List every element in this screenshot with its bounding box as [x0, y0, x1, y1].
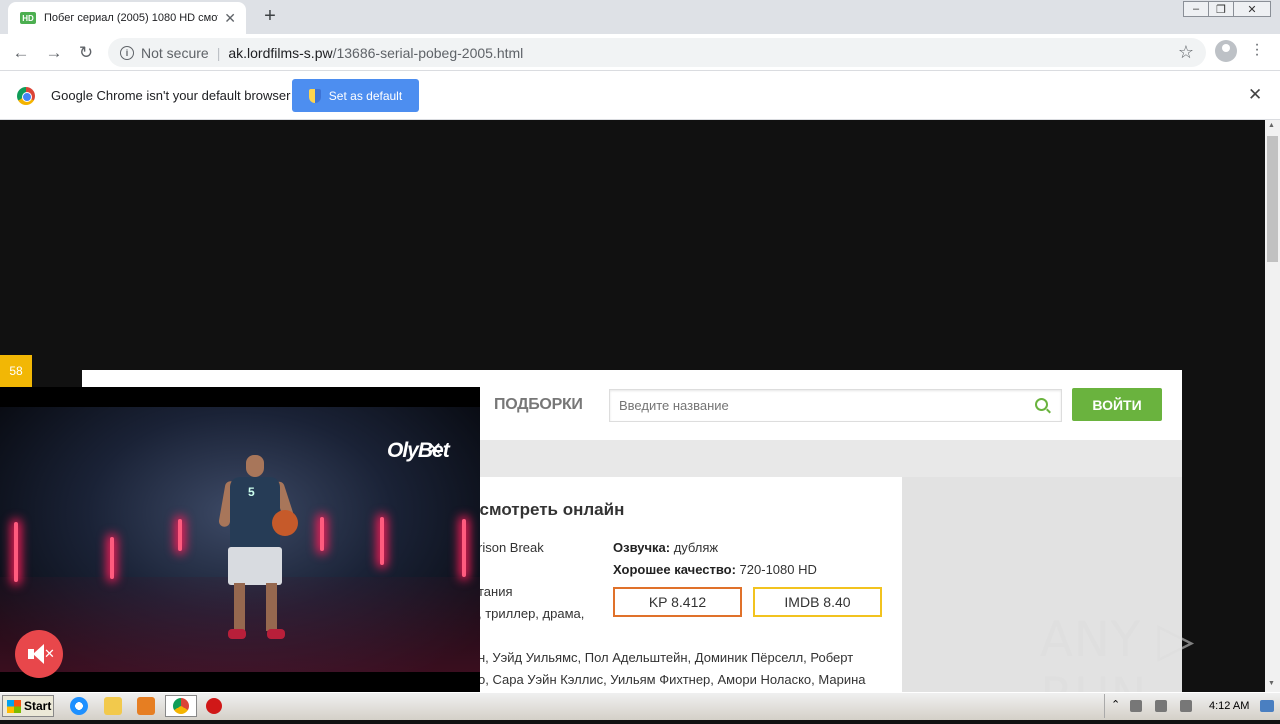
player-figure	[266, 583, 277, 631]
movie-title: л смотреть онлайн	[464, 500, 625, 519]
tab-title: Побег сериал (2005) 1080 HD смотреть	[44, 12, 218, 24]
player-figure	[267, 629, 285, 639]
nav-collections-link[interactable]: ПОДБОРКИ	[494, 396, 583, 414]
browser-tab[interactable]: HD Побег сериал (2005) 1080 HD смотреть …	[8, 2, 246, 34]
imdb-rating-badge[interactable]: IMDB 8.40	[753, 587, 882, 617]
default-browser-infobar: Google Chrome isn't your default browser…	[0, 71, 1280, 120]
chrome-logo-icon	[17, 87, 35, 105]
volume-icon[interactable]	[1130, 700, 1142, 712]
neon-light	[320, 517, 324, 551]
cast-line: о, Сара Уэйн Кэллис, Уильям Фихтнер, Амо…	[478, 672, 866, 687]
reload-icon[interactable]: ↻	[75, 42, 97, 64]
chrome-icon[interactable]	[173, 698, 189, 714]
ad-video-overlay[interactable]: 5 OlyBet ✕	[0, 387, 480, 692]
neon-light	[380, 517, 384, 565]
quality-value: 720-1080 HD	[735, 562, 817, 577]
set-as-default-label: Set as default	[328, 88, 403, 103]
player-figure	[234, 583, 245, 631]
dub-label: Озвучка:	[613, 540, 671, 555]
infobar-close-icon[interactable]: ✕	[1248, 85, 1262, 105]
cast-line: н, Уэйд Уильямс, Пол Адельштейн, Доминик…	[478, 650, 854, 665]
search-icon[interactable]	[1035, 398, 1048, 411]
login-button[interactable]: ВОЙТИ	[1072, 388, 1162, 421]
set-as-default-button[interactable]: Set as default	[292, 79, 419, 112]
back-arrow-icon[interactable]: ←	[10, 42, 32, 64]
kp-rating-badge[interactable]: KP 8.412	[613, 587, 742, 617]
browser-toolbar: ← → ↻ i Not secure | ak.lordfilms-s.pw /…	[0, 34, 1280, 71]
info-icon[interactable]: i	[120, 45, 134, 60]
profile-avatar-icon[interactable]	[1215, 40, 1237, 62]
minimize-button[interactable]: –	[1183, 1, 1209, 17]
country-value: тания	[478, 584, 513, 599]
quality-label: Хорошее качество:	[613, 562, 736, 577]
player-figure	[246, 455, 264, 477]
bookmark-star-icon[interactable]: ☆	[1178, 42, 1194, 63]
genre-value: , триллер, драма,	[478, 606, 585, 621]
windows-logo-icon	[7, 699, 21, 713]
original-title-value: rison Break	[478, 540, 544, 555]
start-label: Start	[24, 699, 52, 713]
file-explorer-icon[interactable]	[104, 697, 122, 715]
neon-light	[14, 522, 18, 582]
ad-video-frame: 5 OlyBet ✕	[0, 407, 480, 672]
player-jersey	[230, 477, 280, 549]
new-tab-button[interactable]: +	[258, 4, 282, 28]
quality-row: Хорошее качество: 720-1080 HD	[613, 562, 817, 577]
network-icon[interactable]	[1155, 700, 1167, 712]
dub-value: дубляж	[670, 540, 719, 555]
ad-close-icon[interactable]: ✕	[427, 439, 442, 460]
not-secure-label: Not secure	[141, 44, 209, 61]
tab-favicon-icon: HD	[20, 12, 36, 24]
clock[interactable]: 4:12 AM	[1209, 700, 1249, 712]
mute-button[interactable]: ✕	[15, 630, 63, 678]
show-desktop-icon[interactable]	[1260, 700, 1274, 712]
restore-button[interactable]: ❐	[1208, 1, 1234, 17]
start-button[interactable]: Start	[2, 695, 54, 717]
stop-icon[interactable]	[206, 698, 222, 714]
url-host: ak.lordfilms-s.pw	[228, 44, 333, 61]
kebab-menu-icon[interactable]: · · ·	[1252, 37, 1262, 63]
action-center-flag-icon[interactable]	[1180, 700, 1192, 712]
player-number: 5	[248, 485, 255, 499]
counter-badge[interactable]: 58	[0, 355, 32, 387]
tray-expand-icon[interactable]: ⌃	[1111, 698, 1120, 711]
uac-shield-icon	[308, 88, 321, 103]
address-bar[interactable]: i Not secure | ak.lordfilms-s.pw /13686-…	[108, 38, 1206, 67]
url-path: /13686-serial-pobeg-2005.html	[332, 44, 524, 61]
tab-close-icon[interactable]: ✕	[224, 10, 236, 27]
close-window-button[interactable]: ✕	[1233, 1, 1271, 17]
neon-light	[178, 519, 182, 551]
dub-row: Озвучка: дубляж	[613, 540, 718, 555]
player-figure	[228, 629, 246, 639]
scroll-up-arrow-icon[interactable]: ▲	[1268, 122, 1275, 129]
internet-explorer-icon[interactable]	[70, 697, 88, 715]
search-input[interactable]	[609, 389, 1062, 422]
forward-arrow-icon[interactable]: →	[43, 42, 65, 64]
basketball	[272, 510, 298, 536]
media-player-icon[interactable]	[137, 697, 155, 715]
neon-light	[110, 537, 114, 579]
infobar-message: Google Chrome isn't your default browser	[51, 88, 291, 103]
player-figure	[228, 547, 282, 585]
neon-light	[462, 519, 466, 577]
url-separator: |	[216, 44, 221, 61]
speaker-muted-icon: ✕	[26, 643, 55, 665]
scrollbar-thumb[interactable]	[1267, 136, 1278, 262]
